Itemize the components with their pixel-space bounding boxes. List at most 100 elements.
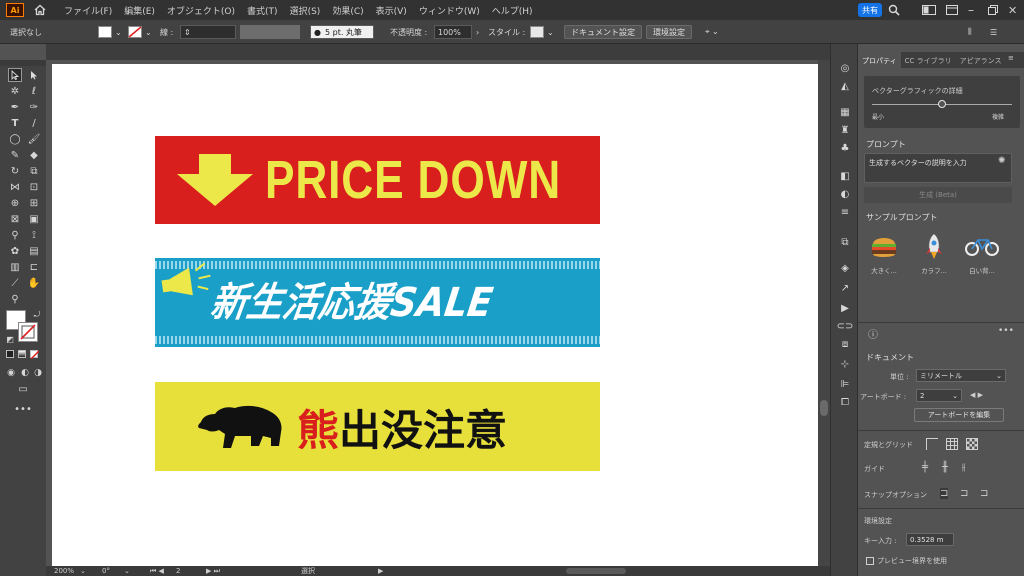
tab-appearance[interactable]: アピアランス xyxy=(956,52,1006,68)
color-guide-icon[interactable]: ♜ xyxy=(838,124,852,136)
screen-mode-icon[interactable]: ▭ xyxy=(16,382,30,396)
sample-prompt-2[interactable]: カラフ... xyxy=(916,232,952,275)
horizontal-scrollbar[interactable] xyxy=(566,568,626,574)
panel-menu-icon[interactable]: ≡ xyxy=(1008,54,1014,62)
info-icon[interactable]: ⓘ xyxy=(868,326,878,341)
opacity-field[interactable]: 100% › xyxy=(434,24,479,40)
minimize-icon[interactable]: – xyxy=(968,2,974,18)
brushes-panel-icon[interactable]: ▦ xyxy=(838,106,852,118)
menu-file[interactable]: ファイル(F) xyxy=(58,4,118,17)
chevron-down-icon[interactable]: ⌄ xyxy=(124,567,130,575)
free-transform-tool-icon[interactable]: ⊡ xyxy=(27,180,41,194)
line-tool-icon[interactable]: / xyxy=(27,116,41,130)
stroke-color-swatch[interactable]: ⌄ xyxy=(128,24,152,40)
stroke-panel-icon[interactable]: ≡ xyxy=(838,206,852,218)
more-options-icon[interactable]: ••• xyxy=(998,326,1014,336)
menu-select[interactable]: 選択(S) xyxy=(284,4,327,17)
lightbulb-icon[interactable]: ✺ xyxy=(998,156,1006,166)
curvature-tool-icon[interactable]: ✑ xyxy=(27,100,41,114)
generate-button[interactable]: 生成 (Beta) xyxy=(864,187,1012,203)
bear-warning-banner[interactable]: 熊出没注意 xyxy=(155,382,600,471)
none-mode-icon[interactable] xyxy=(30,350,40,360)
fill-color-swatch[interactable]: ⌄ xyxy=(98,24,122,40)
sample-prompt-1[interactable]: 大きく... xyxy=(866,232,902,275)
gradient-mode-icon[interactable] xyxy=(18,350,26,358)
snap-to-point-icon[interactable]: ⊐ xyxy=(940,488,949,499)
default-fill-stroke-icon[interactable]: ◩ xyxy=(3,332,17,346)
preferences-button[interactable]: 環境設定 xyxy=(646,24,692,40)
artboard-number[interactable]: 2 xyxy=(176,567,180,575)
unit-dropdown[interactable]: ミリメートル ⌄ xyxy=(916,369,1006,382)
bar-graph-tool-icon[interactable]: ▥ xyxy=(8,260,22,274)
links-panel-icon[interactable]: ⊂⊃ xyxy=(837,320,854,332)
shaper-tool-icon[interactable]: ✎ xyxy=(8,148,22,162)
prompt-input[interactable]: 生成するベクターの説明を入力 xyxy=(864,153,1012,183)
align-icon[interactable]: ⫼ xyxy=(968,24,972,40)
preview-bounds-checkbox[interactable]: プレビュー境界を使用 xyxy=(866,556,947,566)
pen-tool-icon[interactable]: ✒ xyxy=(8,100,22,114)
lock-guides-icon[interactable]: ╫ xyxy=(942,462,948,473)
export-icon[interactable]: ↗ xyxy=(838,282,852,294)
menu-view[interactable]: 表示(V) xyxy=(370,4,413,17)
rotate-tool-icon[interactable]: ↻ xyxy=(8,164,22,178)
quick-actions-icon[interactable]: ⌖ ⌄ xyxy=(705,24,719,40)
new-life-sale-banner[interactable]: 新生活応援SALE xyxy=(155,258,600,347)
home-icon[interactable] xyxy=(34,4,46,16)
detail-slider-knob[interactable] xyxy=(938,100,946,108)
color-mode-icon[interactable] xyxy=(6,350,14,358)
edit-toolbar-icon[interactable]: ••• xyxy=(14,402,32,416)
style-swatch[interactable]: ⌄ xyxy=(530,24,554,40)
next-artboard-icon[interactable]: ▶ ⏭ xyxy=(206,567,220,576)
rulers-icon[interactable] xyxy=(926,438,938,450)
show-guides-icon[interactable]: ╪ xyxy=(922,462,928,473)
slice-tool-icon[interactable]: ⟋ xyxy=(8,276,22,290)
shape-builder-tool-icon[interactable]: ⊕ xyxy=(8,196,22,210)
draw-behind-icon[interactable]: ◐ xyxy=(18,366,32,380)
hand-tool-icon[interactable]: ✋ xyxy=(27,276,41,290)
draw-inside-icon[interactable]: ◑ xyxy=(31,366,45,380)
artboard-tool-icon[interactable]: ⊏ xyxy=(27,260,41,274)
artboard-nav-icons[interactable]: ◀ ▶ xyxy=(970,391,983,399)
panel-menu-icon[interactable]: ☰ xyxy=(990,24,997,40)
stroke-weight-field[interactable]: ⇕ xyxy=(180,24,236,40)
eyedropper-tool-icon[interactable]: ⚲ xyxy=(8,228,22,242)
key-input-field[interactable]: 0.3528 m xyxy=(906,533,954,546)
brush-dropdown[interactable]: ● 5 pt. 丸筆 xyxy=(310,24,374,40)
arrange-documents-icon[interactable] xyxy=(946,2,958,18)
asset-export-icon[interactable]: ⧉ xyxy=(838,236,852,248)
document-setup-button[interactable]: ドキュメント設定 xyxy=(564,24,642,40)
type-tool-icon[interactable]: T xyxy=(8,116,22,130)
chevron-down-icon[interactable]: ⌄ xyxy=(80,567,86,575)
status-menu-icon[interactable]: ▶ xyxy=(378,567,383,575)
mesh-tool-icon[interactable]: ⊠ xyxy=(8,212,22,226)
tab-cc-libraries[interactable]: CC ライブラリ xyxy=(901,52,956,68)
align-panel-icon[interactable]: ⊫ xyxy=(838,378,852,390)
symbols-panel-icon[interactable]: ♣ xyxy=(838,142,852,154)
smart-guides-icon[interactable]: ⫲ xyxy=(962,462,965,473)
transform-panel-icon[interactable]: ⊹ xyxy=(838,358,852,370)
search-icon[interactable] xyxy=(888,2,900,18)
direct-selection-tool-icon[interactable] xyxy=(27,68,41,82)
symbol-sprayer-tool-icon[interactable]: ✿ xyxy=(8,244,22,258)
paintbrush-tool-icon[interactable]: 🖌 xyxy=(27,132,41,146)
price-down-banner[interactable]: PRICE DOWN xyxy=(155,136,600,224)
pathfinder-panel-icon[interactable]: ⧠ xyxy=(838,396,852,408)
snap-to-glyph-icon[interactable]: ⊐ xyxy=(980,488,988,499)
transparency-panel-icon[interactable]: ◐ xyxy=(838,188,852,200)
zoom-level[interactable]: 200% xyxy=(54,567,74,575)
artboard[interactable]: PRICE DOWN 新生活応援SALE 熊 出没注意 xyxy=(52,64,818,566)
selection-tool-icon[interactable] xyxy=(8,68,22,82)
stroke-swatch[interactable] xyxy=(18,322,38,342)
snap-to-pixel-icon[interactable]: ⊐ xyxy=(960,488,968,499)
scale-tool-icon[interactable]: ⧉ xyxy=(27,164,41,178)
swap-fill-stroke-icon[interactable]: ⤾ xyxy=(30,308,44,322)
graphic-styles-icon[interactable]: ◭ xyxy=(838,80,852,92)
grid-icon[interactable] xyxy=(946,438,958,450)
artboards-panel-icon[interactable]: ⧈ xyxy=(838,338,852,350)
variable-width-dropdown[interactable] xyxy=(240,24,300,40)
gradient-panel-icon[interactable]: ◧ xyxy=(838,170,852,182)
blend-tool-icon[interactable]: ⟟ xyxy=(27,228,41,242)
artboard-dropdown[interactable]: 2 ⌄ xyxy=(916,389,962,402)
workspace-layout-icon[interactable] xyxy=(922,2,936,18)
perspective-grid-tool-icon[interactable]: ⊞ xyxy=(27,196,41,210)
